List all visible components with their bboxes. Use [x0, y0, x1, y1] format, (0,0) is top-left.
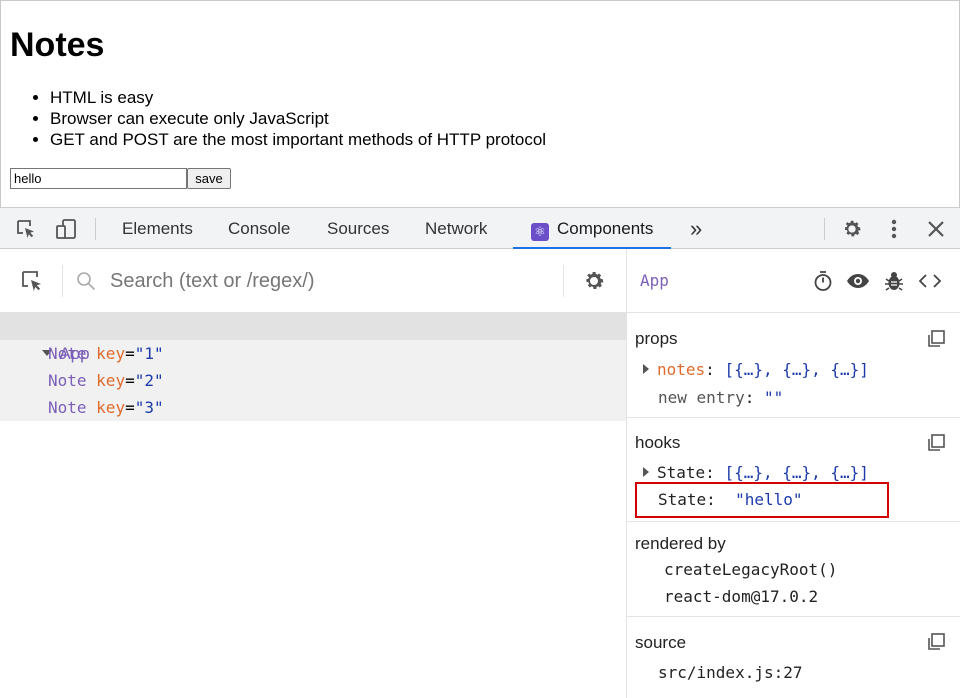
key-label: key	[96, 371, 126, 390]
list-item: Browser can execute only JavaScript	[50, 108, 546, 129]
tree-node-note[interactable]: Note key="3"	[0, 394, 626, 421]
props-section: props notes: [{…}, {…}, {…}] new entry: …	[627, 313, 960, 418]
section-title: source	[635, 633, 687, 652]
tab-components-label: Components	[557, 219, 654, 238]
inspector-panel: App props notes: [{…}, {…}, {…}] new ent…	[626, 249, 960, 698]
list-item: HTML is easy	[50, 87, 546, 108]
notes-list: HTML is easy Browser can execute only Ja…	[50, 87, 546, 150]
search-input[interactable]	[110, 266, 550, 296]
prop-value[interactable]: ""	[764, 388, 783, 407]
tab-network[interactable]: Network	[425, 208, 487, 249]
note-input[interactable]	[10, 168, 187, 189]
tab-components[interactable]: ⚛ Components	[513, 208, 672, 249]
settings-gear-icon[interactable]	[840, 217, 864, 241]
hook-key: State	[657, 463, 706, 482]
source-location[interactable]: src/index.js:27	[658, 663, 803, 682]
section-title: hooks	[635, 433, 681, 452]
key-value: "3"	[134, 398, 164, 417]
more-tabs-button[interactable]: »	[690, 208, 702, 249]
key-label: key	[96, 344, 126, 363]
prop-key: new entry	[658, 388, 745, 407]
key-value: "1"	[134, 344, 164, 363]
bug-icon[interactable]	[882, 269, 906, 293]
divider	[62, 265, 63, 297]
react-icon: ⚛	[531, 223, 549, 241]
source-section: source src/index.js:27	[627, 617, 960, 698]
search-icon	[76, 271, 96, 291]
component-name: Note	[48, 371, 87, 390]
component-name: Note	[48, 344, 87, 363]
chevron-right-icon[interactable]	[643, 364, 649, 374]
divider	[95, 218, 96, 240]
component-name: Note	[48, 398, 87, 417]
chevron-right-icon[interactable]	[643, 467, 649, 477]
list-item: GET and POST are the most important meth…	[50, 129, 546, 150]
hook-value: [{…}, {…}, {…}]	[724, 463, 869, 482]
owner-item: react-dom@17.0.2	[664, 587, 819, 606]
highlight-annotation	[635, 482, 889, 518]
stopwatch-icon[interactable]	[811, 269, 835, 293]
tree-search-bar	[0, 249, 626, 313]
tree-node-note[interactable]: Note key="1"	[0, 340, 626, 367]
device-toolbar-icon[interactable]	[54, 217, 78, 241]
divider	[563, 265, 564, 297]
key-label: key	[96, 398, 126, 417]
view-source-icon[interactable]	[918, 269, 942, 293]
rendered-by-section: rendered by createLegacyRoot() react-dom…	[627, 522, 960, 617]
copy-icon[interactable]	[926, 329, 946, 349]
tab-elements[interactable]: Elements	[122, 208, 193, 249]
component-tree-panel: App Note key="1" Note key="2" Note key="…	[0, 249, 626, 698]
prop-row-new-entry[interactable]: new entry: ""	[658, 388, 783, 407]
save-button[interactable]: save	[187, 168, 231, 189]
devtools-tab-bar: Elements Console Sources Network ⚛ Compon…	[0, 207, 960, 249]
more-options-icon[interactable]	[882, 217, 906, 241]
prop-key: notes	[657, 360, 706, 379]
prop-value: [{…}, {…}, {…}]	[724, 360, 869, 379]
page-content: Notes HTML is easy Browser can execute o…	[0, 0, 960, 207]
component-tree: App Note key="1" Note key="2" Note key="…	[0, 313, 626, 421]
owner-item[interactable]: createLegacyRoot()	[664, 560, 837, 579]
copy-icon[interactable]	[926, 433, 946, 453]
selected-component-name: App	[640, 271, 669, 290]
prop-row-notes[interactable]: notes: [{…}, {…}, {…}]	[643, 360, 869, 379]
section-title: props	[635, 329, 678, 348]
hook-row-state[interactable]: State: [{…}, {…}, {…}]	[643, 463, 869, 482]
select-element-icon[interactable]	[20, 269, 44, 293]
tree-node-app[interactable]: App	[0, 313, 626, 363]
settings-gear-icon[interactable]	[582, 269, 606, 293]
eye-icon[interactable]	[846, 269, 870, 293]
copy-icon[interactable]	[926, 632, 946, 652]
inspector-header: App	[627, 249, 960, 313]
divider	[824, 218, 825, 240]
inspect-element-icon[interactable]	[14, 217, 38, 241]
key-value: "2"	[134, 371, 164, 390]
close-icon[interactable]	[924, 217, 948, 241]
page-title: Notes	[10, 26, 105, 64]
tab-sources[interactable]: Sources	[327, 208, 389, 249]
tab-console[interactable]: Console	[228, 208, 290, 249]
tree-node-note[interactable]: Note key="2"	[0, 367, 626, 394]
section-title: rendered by	[635, 534, 726, 553]
